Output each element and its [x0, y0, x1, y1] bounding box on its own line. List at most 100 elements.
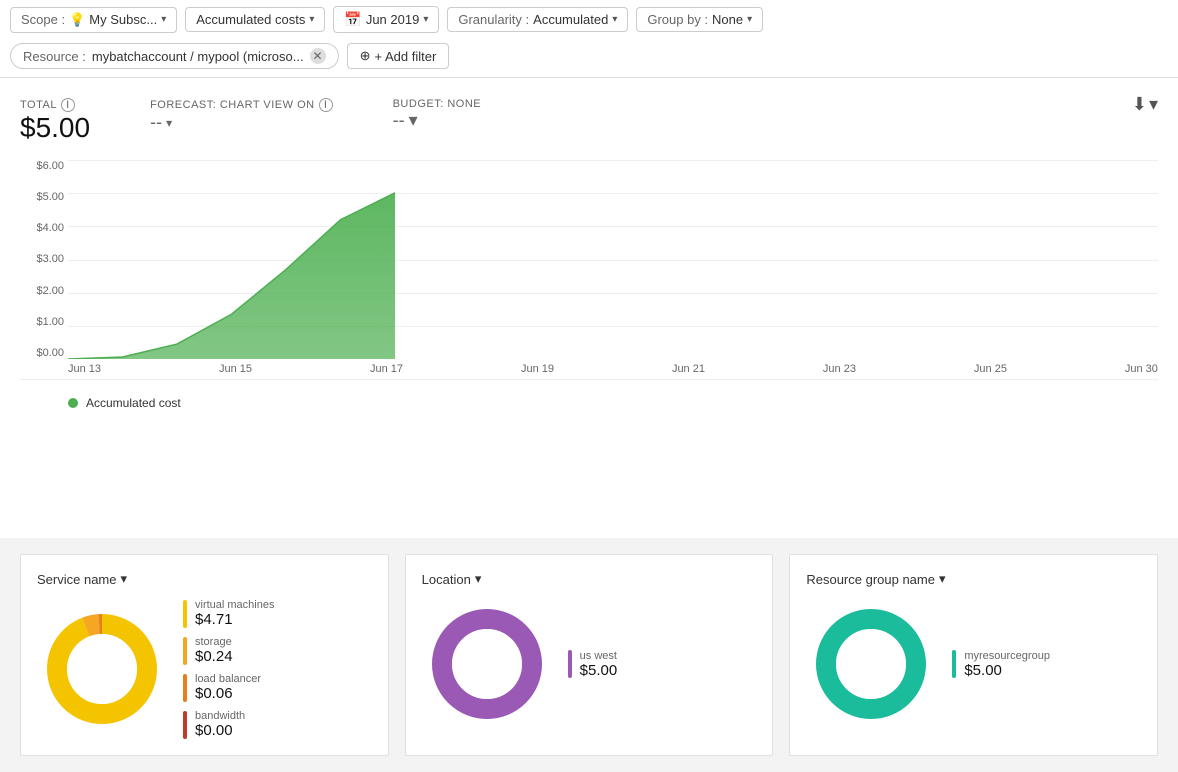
card-location: Location ▾ us west $5.00	[405, 554, 774, 756]
x-label-jun25: Jun 25	[974, 363, 1007, 375]
x-label-jun17: Jun 17	[370, 363, 403, 375]
card-location-header[interactable]: Location ▾	[422, 571, 757, 587]
forecast-info-icon[interactable]: i	[319, 98, 333, 112]
export-button[interactable]: ⬇ ▾	[1132, 94, 1158, 115]
service-legend-list: virtual machines $4.71 storage $0.24	[183, 599, 372, 739]
vms-label: virtual machines	[195, 599, 274, 611]
add-filter-icon: ⊕	[360, 48, 371, 64]
card-location-body: us west $5.00	[422, 599, 757, 729]
scope-chevron: ▾	[161, 14, 166, 25]
storage-value: $0.24	[195, 648, 233, 665]
uswest-label: us west	[580, 650, 618, 662]
card-resource-title: Resource group name	[806, 572, 935, 587]
total-info-icon[interactable]: i	[61, 98, 75, 112]
groupby-chevron: ▾	[747, 14, 752, 25]
granularity-chevron: ▾	[612, 14, 617, 25]
total-value: $5.00	[20, 112, 90, 144]
uswest-bar	[568, 650, 572, 678]
chart-y-labels: $6.00 $5.00 $4.00 $3.00 $2.00 $1.00 $0.0…	[20, 160, 68, 359]
card-location-title: Location	[422, 572, 471, 587]
budget-label: BUDGET: NONE	[393, 98, 482, 110]
main-content: ⬇ ▾ TOTAL i $5.00 FORECAST: CHART VIEW O…	[0, 78, 1178, 538]
storage-bar	[183, 637, 187, 665]
filter-label: Resource :	[23, 49, 86, 64]
card-service-header[interactable]: Service name ▾	[37, 571, 372, 587]
cost-pill[interactable]: Accumulated costs ▾	[185, 7, 325, 32]
budget-chevron[interactable]: ▾	[409, 110, 418, 131]
chart-svg	[68, 160, 1158, 359]
x-label-jun23: Jun 23	[823, 363, 856, 375]
bandwidth-value: $0.00	[195, 722, 245, 739]
y-label-4: $4.00	[20, 222, 68, 234]
scope-value: My Subsc...	[89, 12, 157, 27]
filter-value: mybatchaccount / mypool (microso...	[92, 49, 304, 64]
y-label-3: $3.00	[20, 253, 68, 265]
top-bar-row2: Resource : mybatchaccount / mypool (micr…	[0, 39, 1178, 77]
forecast-chevron[interactable]: ▾	[166, 116, 172, 130]
x-label-jun15: Jun 15	[219, 363, 252, 375]
top-bar: Scope : 💡 My Subsc... ▾ Accumulated cost…	[0, 0, 1178, 78]
add-filter-label: + Add filter	[374, 49, 436, 64]
cost-chevron: ▾	[309, 14, 314, 25]
y-label-5: $5.00	[20, 191, 68, 203]
stats-row: TOTAL i $5.00 FORECAST: CHART VIEW ON i …	[20, 98, 1158, 144]
export-icon: ⬇	[1132, 94, 1147, 115]
granularity-value: Accumulated	[533, 12, 608, 27]
forecast-stat: FORECAST: CHART VIEW ON i -- ▾	[150, 98, 333, 133]
myresourcegroup-value: $5.00	[964, 662, 1050, 679]
scope-pill[interactable]: Scope : 💡 My Subsc... ▾	[10, 7, 177, 33]
groupby-value: None	[712, 12, 743, 27]
granularity-pill[interactable]: Granularity : Accumulated ▾	[447, 7, 628, 32]
x-label-jun19: Jun 19	[521, 363, 554, 375]
resource-filter-pill: Resource : mybatchaccount / mypool (micr…	[10, 43, 339, 69]
forecast-label: FORECAST: CHART VIEW ON i	[150, 98, 333, 112]
card-service-body: virtual machines $4.71 storage $0.24	[37, 599, 372, 739]
scope-icon: 💡	[69, 12, 85, 28]
total-label: TOTAL i	[20, 98, 90, 112]
bandwidth-bar	[183, 711, 187, 739]
service-donut	[37, 604, 167, 734]
card-resource-header[interactable]: Resource group name ▾	[806, 571, 1141, 587]
y-label-0: $0.00	[20, 347, 68, 359]
export-chevron: ▾	[1149, 94, 1158, 115]
legend-item-bandwidth: bandwidth $0.00	[183, 710, 372, 739]
legend-item-storage: storage $0.24	[183, 636, 372, 665]
card-service-chevron: ▾	[120, 571, 127, 587]
top-bar-row1: Scope : 💡 My Subsc... ▾ Accumulated cost…	[0, 0, 1178, 39]
resource-donut-svg	[806, 599, 936, 729]
total-stat: TOTAL i $5.00	[20, 98, 90, 144]
add-filter-button[interactable]: ⊕ + Add filter	[347, 43, 450, 69]
y-label-1: $1.00	[20, 316, 68, 328]
lb-label: load balancer	[195, 673, 261, 685]
myresourcegroup-bar	[952, 650, 956, 678]
budget-stat: BUDGET: NONE -- ▾	[393, 98, 482, 131]
groupby-pill[interactable]: Group by : None ▾	[636, 7, 763, 32]
y-label-6: $6.00	[20, 160, 68, 172]
chart-legend: Accumulated cost	[20, 388, 1158, 426]
lb-bar	[183, 674, 187, 702]
card-resource-body: myresourcegroup $5.00	[806, 599, 1141, 729]
cards-section: Service name ▾	[0, 538, 1178, 772]
legend-item-vms: virtual machines $4.71	[183, 599, 372, 628]
legend-dot-accumulated	[68, 398, 78, 408]
resource-legend-list: myresourcegroup $5.00	[952, 650, 1141, 679]
chart-area: $6.00 $5.00 $4.00 $3.00 $2.00 $1.00 $0.0…	[20, 160, 1158, 380]
date-pill[interactable]: 📅 Jun 2019 ▾	[333, 6, 439, 33]
cost-label: Accumulated costs	[196, 12, 305, 27]
x-label-jun30: Jun 30	[1125, 363, 1158, 375]
date-value: Jun 2019	[366, 12, 420, 27]
card-location-chevron: ▾	[475, 571, 482, 587]
chart-x-labels: Jun 13 Jun 15 Jun 17 Jun 19 Jun 21 Jun 2…	[68, 359, 1158, 379]
budget-value: -- ▾	[393, 110, 482, 131]
card-resource: Resource group name ▾ myresourcegroup $5…	[789, 554, 1158, 756]
x-label-jun21: Jun 21	[672, 363, 705, 375]
legend-label-accumulated: Accumulated cost	[86, 396, 181, 410]
myresourcegroup-label: myresourcegroup	[964, 650, 1050, 662]
legend-item-myresourcegroup: myresourcegroup $5.00	[952, 650, 1141, 679]
legend-item-lb: load balancer $0.06	[183, 673, 372, 702]
x-label-jun13: Jun 13	[68, 363, 101, 375]
filter-close-button[interactable]: ✕	[310, 48, 326, 64]
legend-item-uswest: us west $5.00	[568, 650, 757, 679]
location-legend-list: us west $5.00	[568, 650, 757, 679]
groupby-label: Group by :	[647, 12, 708, 27]
